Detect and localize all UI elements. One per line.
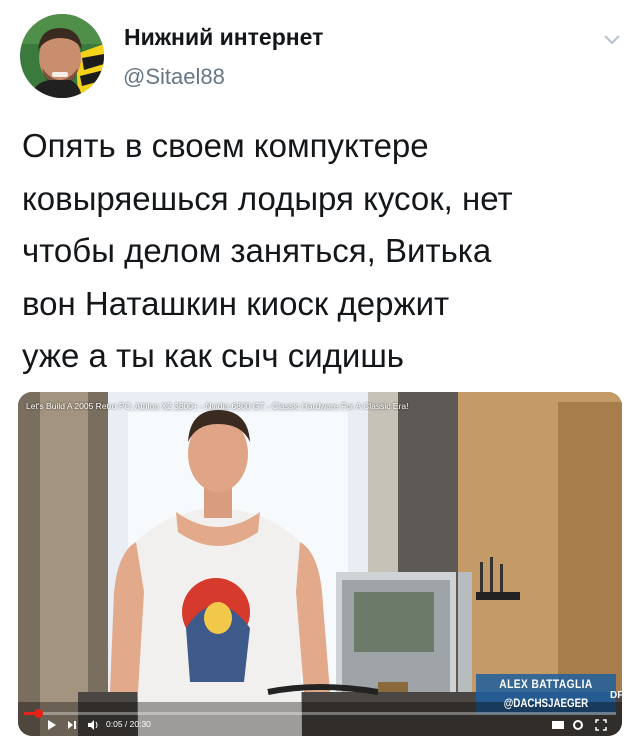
- duration: 20:30: [129, 719, 151, 729]
- time-display: 0:05 / 20:30: [106, 719, 151, 729]
- current-time: 0:05: [106, 719, 123, 729]
- author-handle[interactable]: @Sitael88: [123, 64, 225, 90]
- progress-handle[interactable]: [34, 709, 43, 718]
- watermark-handle: @DACHSJAEGER: [503, 698, 589, 710]
- gear-icon[interactable]: [571, 718, 585, 732]
- volume-icon[interactable]: [86, 718, 100, 732]
- next-icon[interactable]: [66, 718, 78, 732]
- watermark-name: ALEX BATTAGLIA: [499, 677, 593, 691]
- captions-icon[interactable]: [551, 718, 565, 732]
- chevron-down-icon[interactable]: [600, 30, 624, 50]
- author-name[interactable]: Нижний интернет: [124, 24, 323, 51]
- video-thumbnail[interactable]: Let's Build A 2005 Retro PC: Athlon X2 3…: [18, 392, 622, 736]
- tweet-text: Опять в своем компуктере ковыряешься лод…: [22, 127, 513, 374]
- player-controls: 0:05 / 20:30: [26, 718, 614, 732]
- author-avatar[interactable]: [20, 14, 104, 98]
- tweet-card: Нижний интернет @Sitael88 Опять в своем …: [0, 0, 640, 752]
- video-title[interactable]: Let's Build A 2005 Retro PC: Athlon X2 3…: [26, 401, 409, 411]
- avatar-photo: [20, 14, 104, 98]
- progress-bar[interactable]: [24, 709, 616, 718]
- channel-logo: DF: [610, 690, 622, 701]
- fullscreen-icon[interactable]: [594, 718, 608, 732]
- play-icon[interactable]: [46, 718, 58, 732]
